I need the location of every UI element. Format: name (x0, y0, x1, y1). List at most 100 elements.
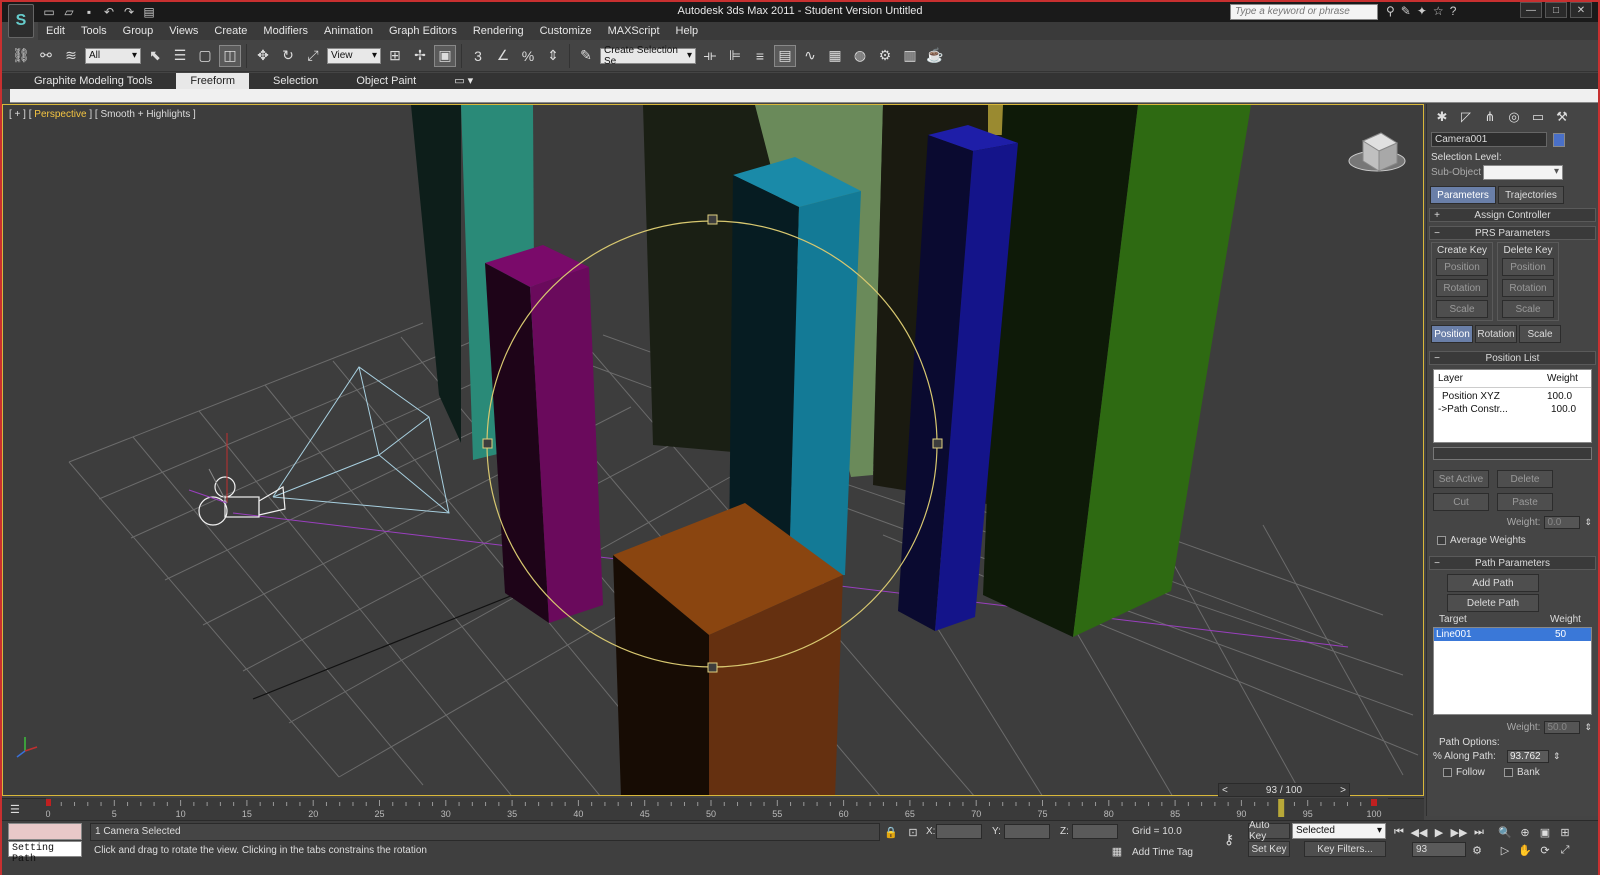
zoom-icon[interactable]: 🔍 (1496, 824, 1514, 840)
along-path-input[interactable]: 93.762 (1507, 750, 1549, 763)
circle-handle-top[interactable] (707, 214, 718, 225)
menu-help[interactable]: Help (668, 22, 707, 40)
new-file-icon[interactable]: ▭ (40, 4, 58, 20)
menu-graph-editors[interactable]: Graph Editors (381, 22, 465, 40)
spinner-icon[interactable]: ⇕ (1584, 517, 1592, 528)
prs-rotation-tab[interactable]: Rotation (1475, 325, 1517, 343)
search-input[interactable]: Type a keyword or phrase (1230, 4, 1378, 20)
pan-view-icon[interactable]: ✋ (1516, 842, 1534, 858)
snaps-toggle-icon[interactable]: 3 (467, 45, 489, 67)
field-of-view-icon[interactable]: ▷ (1496, 842, 1514, 858)
prs-parameters-rollout[interactable]: − PRS Parameters (1429, 226, 1596, 240)
viewport-label[interactable]: [ + ] [ Perspective ] [ Smooth + Highlig… (9, 109, 196, 120)
menu-views[interactable]: Views (161, 22, 206, 40)
path-parameters-rollout[interactable]: − Path Parameters (1429, 556, 1596, 570)
menu-rendering[interactable]: Rendering (465, 22, 532, 40)
list-item[interactable]: Line001 50 (1434, 628, 1591, 641)
select-and-link-icon[interactable]: ⛓ (10, 45, 32, 67)
sub-object-dropdown[interactable]: ▾ (1483, 165, 1563, 180)
path-weight-input[interactable]: 50.0 (1544, 721, 1581, 734)
redo-icon[interactable]: ↷ (120, 4, 138, 20)
next-frame-icon[interactable]: ▶▶ (1450, 824, 1468, 840)
z-coordinate-field[interactable] (1072, 824, 1118, 839)
selection-filter-dropdown[interactable]: All ▾ (85, 47, 141, 64)
object-name-field[interactable]: Camera001 (1431, 132, 1547, 147)
trajectories-tab[interactable]: Trajectories (1498, 186, 1564, 204)
add-time-tag-button[interactable]: Add Time Tag (1132, 847, 1193, 858)
select-by-name-icon[interactable]: ☰ (169, 45, 191, 67)
lock-selection-icon[interactable]: 🔒 (882, 824, 900, 840)
render-setup-icon[interactable]: ⚙ (874, 45, 896, 67)
position-list-rollout[interactable]: − Position List (1429, 351, 1596, 365)
angle-snap-icon[interactable]: ∠ (492, 45, 514, 67)
add-path-button[interactable]: Add Path (1447, 574, 1539, 592)
rendered-frame-window-icon[interactable]: ▥ (899, 45, 921, 67)
maximize-viewport-icon[interactable]: ⤢ (1556, 842, 1574, 858)
motion-panel-icon[interactable]: ◎ (1503, 107, 1525, 127)
communication-center-icon[interactable]: ✦ (1417, 4, 1427, 18)
go-to-end-icon[interactable]: ⏭ (1470, 824, 1488, 840)
select-and-rotate-icon[interactable]: ↻ (277, 45, 299, 67)
material-editor-icon[interactable]: ◍ (849, 45, 871, 67)
open-file-icon[interactable]: ▱ (60, 4, 78, 20)
app-logo-icon[interactable]: S (8, 4, 34, 38)
close-button[interactable]: ✕ (1570, 2, 1592, 18)
parameters-tab[interactable]: Parameters (1430, 186, 1496, 204)
current-frame-indicator[interactable] (1278, 799, 1285, 817)
assign-controller-rollout[interactable]: + Assign Controller (1429, 208, 1596, 222)
select-object-icon[interactable]: ⬉ (144, 45, 166, 67)
menu-animation[interactable]: Animation (316, 22, 381, 40)
layer-name-field[interactable] (1433, 447, 1592, 460)
time-configuration-icon[interactable]: ⚙ (1468, 842, 1486, 858)
viewport-shading-label[interactable]: Smooth + Highlights (100, 109, 190, 120)
bank-checkbox[interactable] (1504, 768, 1513, 777)
pivot-center-icon[interactable]: ⊞ (384, 45, 406, 67)
menu-maxscript[interactable]: MAXScript (600, 22, 668, 40)
play-icon[interactable]: ▶ (1430, 824, 1448, 840)
unlink-icon[interactable]: ⚯ (35, 45, 57, 67)
average-weights-checkbox[interactable] (1437, 536, 1446, 545)
minimize-button[interactable]: — (1520, 2, 1542, 18)
animation-key-marker[interactable] (46, 799, 51, 806)
rectangular-selection-icon[interactable]: ▢ (194, 45, 216, 67)
create-rotation-key-button[interactable]: Rotation (1436, 279, 1488, 297)
utilities-panel-icon[interactable]: ⚒ (1551, 107, 1573, 127)
list-item[interactable]: ->Path Constr... 100.0 (1434, 402, 1591, 415)
select-and-move-icon[interactable]: ✥ (252, 45, 274, 67)
menu-create[interactable]: Create (206, 22, 255, 40)
absolute-relative-toggle-icon[interactable]: ⊡ (904, 824, 922, 840)
save-file-icon[interactable]: ▪ (80, 4, 98, 20)
previous-frame-icon[interactable]: ◀◀ (1410, 824, 1428, 840)
layer-weight-input[interactable]: 0.0 (1544, 516, 1581, 529)
delete-rotation-key-button[interactable]: Rotation (1502, 279, 1554, 297)
viewport-view-label[interactable]: Perspective (34, 109, 86, 120)
select-manipulate-icon[interactable]: ✢ (409, 45, 431, 67)
circle-handle-left[interactable] (482, 438, 493, 449)
timeline-ruler[interactable]: 0 5 10 15 20 25 30 35 40 45 50 55 60 65 70 75 80 85 90 95 10… (46, 798, 1388, 820)
menu-customize[interactable]: Customize (532, 22, 600, 40)
key-mode-dropdown[interactable]: Selected ▾ (1292, 823, 1386, 839)
auto-key-button[interactable]: Auto Key (1248, 820, 1290, 842)
set-active-button[interactable]: Set Active (1433, 470, 1489, 488)
keyboard-shortcut-override-icon[interactable]: ▣ (434, 44, 456, 67)
create-scale-key-button[interactable]: Scale (1436, 300, 1488, 318)
help-icon[interactable]: ? (1450, 4, 1457, 18)
display-panel-icon[interactable]: ▭ (1527, 107, 1549, 127)
schematic-view-icon[interactable]: ▦ (824, 45, 846, 67)
list-item[interactable]: Position XYZ 100.0 (1434, 388, 1591, 402)
reference-coordinate-dropdown[interactable]: View ▾ (327, 47, 381, 64)
time-tag-icon[interactable]: ▦ (1108, 843, 1126, 859)
hierarchy-panel-icon[interactable]: ⋔ (1479, 107, 1501, 127)
delete-position-key-button[interactable]: Position (1502, 258, 1554, 276)
bind-space-warp-icon[interactable]: ≋ (60, 45, 82, 67)
modify-panel-icon[interactable]: ◸ (1455, 107, 1477, 127)
go-to-start-icon[interactable]: ⏮ (1390, 824, 1408, 840)
maximize-button[interactable]: □ (1545, 2, 1567, 18)
layer-manager-icon[interactable]: ≡ (749, 45, 771, 67)
select-and-scale-icon[interactable]: ⤢ (302, 45, 324, 67)
paste-button[interactable]: Paste (1497, 493, 1553, 511)
set-key-mode-icon[interactable]: ⚷ (1220, 831, 1238, 847)
key-filters-button[interactable]: Key Filters... (1304, 841, 1386, 857)
favorites-icon[interactable]: ☆ (1433, 4, 1444, 18)
delete-scale-key-button[interactable]: Scale (1502, 300, 1554, 318)
